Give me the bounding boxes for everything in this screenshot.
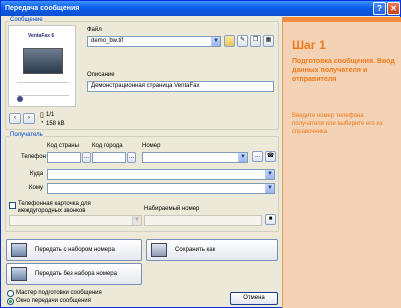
send-message-window: Передача сообщения ? ✕ Сообщение VentaFa… (0, 0, 401, 308)
number-browse-button[interactable]: ... (252, 151, 263, 162)
calling-card-checkbox[interactable] (9, 202, 16, 209)
file-combo[interactable]: demo_bw.tif ▼ (87, 36, 221, 47)
phone-label: Телефон (21, 154, 46, 160)
calling-card-combo: ▼ (9, 215, 142, 226)
whom-combo[interactable]: ▼ (47, 183, 275, 194)
city-code-browse-button[interactable]: ... (127, 152, 136, 163)
send-without-dial-button[interactable]: Передать без набора номера (6, 263, 142, 285)
thumbnail-badge-icon (17, 96, 23, 102)
to-combo[interactable]: ▼ (47, 169, 275, 180)
save-as-label: Сохранить как (175, 247, 216, 253)
copy-file-button[interactable]: ❐ (250, 35, 261, 47)
recipient-group-title: Получатель (9, 132, 44, 138)
page-thumbnail: VentaFax 6 (8, 25, 76, 107)
thumbnail-lines (17, 82, 69, 96)
cancel-label: Отмена (243, 295, 265, 301)
scan-button[interactable]: ▦ (263, 35, 274, 47)
message-group-title: Сообщение (9, 17, 44, 23)
window-title: Передача сообщения (5, 5, 80, 12)
window-mode-label: Окно передачи сообщения (16, 298, 91, 304)
description-value: Демонстрационная страница VentaFax (91, 83, 200, 89)
save-fax-icon (151, 243, 167, 257)
to-label: Куда (30, 171, 44, 177)
edit-file-button[interactable]: ✎ (237, 35, 248, 47)
city-code-field[interactable] (92, 152, 126, 163)
window-mode-radio[interactable] (7, 298, 14, 305)
wizard-mode-label: Мастер подготовки сообщения (16, 290, 102, 296)
prev-page-button[interactable]: ‹ (9, 113, 21, 124)
close-button[interactable]: ✕ (387, 2, 400, 15)
page-icon: ▯ (40, 112, 44, 119)
country-code-label: Код страны (47, 143, 79, 149)
step-title: Шаг 1 (292, 38, 326, 52)
thumbnail-logo: VentaFax 6 (28, 33, 55, 39)
number-label: Номер (142, 143, 161, 149)
description-label: Описание (87, 72, 115, 78)
file-value: demo_bw.tif (91, 38, 124, 44)
chevron-down-icon[interactable]: ▼ (265, 170, 274, 179)
file-size: 158 kB (46, 121, 65, 127)
whom-label: Кому (29, 185, 44, 191)
address-book-button[interactable]: ☎ (265, 151, 276, 162)
thumbnail-image (23, 48, 63, 74)
page-count: 1/1 (46, 112, 55, 118)
calling-card-label: Телефонная карточка для междугородных зв… (18, 201, 91, 214)
number-combo[interactable]: ▼ (142, 152, 248, 163)
country-code-browse-button[interactable]: ... (82, 152, 91, 163)
next-page-button[interactable]: › (23, 113, 35, 124)
chevron-down-icon[interactable]: ▼ (265, 184, 274, 193)
chevron-down-icon[interactable]: ▼ (211, 37, 220, 46)
title-bar: Передача сообщения (1, 1, 400, 16)
step-instructions: Введите номер телефона получателя или вы… (292, 113, 383, 135)
dialed-number-button[interactable]: ■ (265, 214, 276, 225)
chevron-down-icon: ▼ (132, 216, 141, 225)
file-label: Файл (87, 27, 102, 33)
step-subtitle: Подготовка сообщения. Ввод данных получа… (292, 58, 395, 83)
description-field[interactable]: Демонстрационная страница VentaFax (87, 81, 274, 92)
dialed-number-field (144, 215, 262, 226)
open-folder-button[interactable] (224, 35, 235, 47)
dialed-number-label: Набираемый номер (144, 206, 200, 212)
fax-send-icon (11, 267, 27, 281)
cancel-button[interactable]: Отмена (230, 292, 278, 305)
send-with-dial-label: Передать с набором номера (35, 247, 115, 253)
chevron-down-icon[interactable]: ▼ (238, 153, 247, 162)
help-panel: Шаг 1 Подготовка сообщения. Ввод данных … (282, 17, 401, 308)
country-code-field[interactable] (47, 152, 81, 163)
send-with-dial-button[interactable]: Передать с набором номера (6, 239, 142, 261)
send-without-dial-label: Передать без набора номера (35, 271, 117, 277)
city-code-label: Код города (92, 143, 123, 149)
help-button[interactable]: ? (373, 2, 386, 15)
fax-dial-icon (11, 243, 27, 257)
save-as-button[interactable]: Сохранить как (146, 239, 278, 261)
wizard-mode-radio[interactable] (7, 290, 14, 297)
help-panel-header-strip (283, 17, 401, 22)
clock-icon: ◔ (40, 120, 44, 126)
